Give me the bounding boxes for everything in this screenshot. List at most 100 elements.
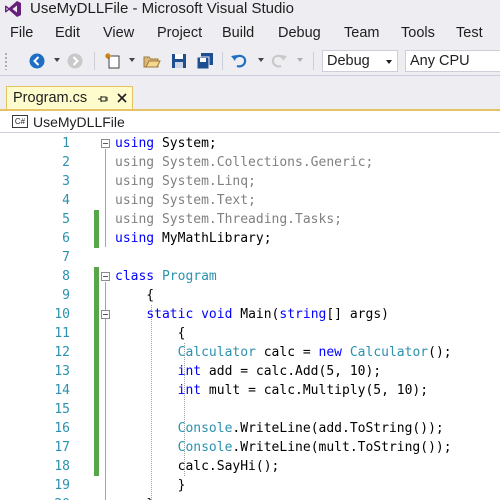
code-token-kw: int	[177, 364, 202, 379]
code-text[interactable]: calc.SayHi();	[115, 457, 280, 476]
code-text[interactable]: Console.WriteLine(add.ToString());	[115, 419, 444, 438]
menu-file[interactable]: File	[10, 24, 33, 42]
code-line[interactable]: 1 using System;	[0, 134, 500, 153]
title-bar: UseMyDLLFile - Microsoft Visual Studio	[0, 0, 500, 20]
code-line[interactable]: 10 static void Main(string[] args)	[0, 305, 500, 324]
code-token-p	[115, 383, 178, 398]
line-number: 1	[62, 136, 70, 151]
close-icon[interactable]	[116, 92, 128, 104]
code-line[interactable]: 6 using MyMathLibrary;	[0, 229, 500, 248]
line-number: 16	[54, 421, 70, 436]
line-number: 12	[54, 345, 70, 360]
code-token-type: Program	[161, 269, 217, 284]
code-text[interactable]: using System.Linq;	[115, 172, 256, 191]
solution-configuration-value: Debug	[327, 53, 370, 69]
code-text[interactable]: Console.WriteLine(mult.ToString());	[115, 438, 452, 457]
tab-program-cs[interactable]: Program.cs	[6, 86, 133, 110]
code-text[interactable]: using System.Threading.Tasks;	[115, 210, 342, 229]
tab-label: Program.cs	[13, 90, 88, 106]
menu-view[interactable]: View	[103, 24, 134, 42]
code-line[interactable]: 3 using System.Linq;	[0, 172, 500, 191]
undo-icon[interactable]	[230, 52, 248, 70]
change-indicator	[94, 305, 99, 324]
code-token-kw: new	[318, 345, 343, 360]
code-line[interactable]: 12 Calculator calc = new Calculator();	[0, 343, 500, 362]
window-title: UseMyDLLFile - Microsoft Visual Studio	[30, 0, 294, 17]
code-line[interactable]: 19 }	[0, 476, 500, 495]
code-text[interactable]: Calculator calc = new Calculator();	[115, 343, 452, 362]
save-icon[interactable]	[170, 52, 188, 70]
back-icon[interactable]	[28, 52, 46, 70]
menu-team[interactable]: Team	[344, 24, 379, 42]
code-text[interactable]: {	[115, 286, 154, 305]
change-indicator	[94, 343, 99, 362]
code-line[interactable]: 14 int mult = calc.Multiply(5, 10);	[0, 381, 500, 400]
back-dropdown-arrow-icon[interactable]	[54, 58, 60, 62]
code-text[interactable]: using MyMathLibrary;	[115, 229, 272, 248]
code-line[interactable]: 16 Console.WriteLine(add.ToString());	[0, 419, 500, 438]
code-token-gray: using System.Collections.Generic;	[115, 155, 374, 170]
code-token-p: calc.SayHi();	[115, 459, 280, 474]
menu-test[interactable]: Test	[456, 24, 483, 42]
code-line[interactable]: 13 int add = calc.Add(5, 10);	[0, 362, 500, 381]
redo-dropdown-arrow-icon[interactable]	[297, 58, 303, 62]
menu-project[interactable]: Project	[157, 24, 202, 42]
code-line[interactable]: 4 using System.Text;	[0, 191, 500, 210]
code-text[interactable]: int mult = calc.Multiply(5, 10);	[115, 381, 428, 400]
chevron-down-icon	[386, 60, 392, 64]
code-token-kw: using	[115, 136, 155, 151]
code-text[interactable]: {	[115, 324, 186, 343]
code-token-kw: class	[115, 269, 155, 284]
code-token-gray: using System.Linq;	[115, 174, 256, 189]
code-token-p: mult = calc.Multiply(5, 10);	[201, 383, 429, 398]
code-token-kw: void	[201, 307, 233, 322]
line-number: 11	[54, 326, 70, 341]
line-number: 9	[62, 288, 70, 303]
forward-icon[interactable]	[66, 52, 84, 70]
code-text[interactable]: int add = calc.Add(5, 10);	[115, 362, 382, 381]
code-token-p	[115, 364, 178, 379]
code-line[interactable]: 11 {	[0, 324, 500, 343]
menu-build[interactable]: Build	[222, 24, 254, 42]
new-project-icon[interactable]	[104, 52, 122, 70]
project-dropdown[interactable]: UseMyDLLFile	[33, 113, 125, 131]
code-text[interactable]: class Program	[115, 267, 217, 286]
menu-tools[interactable]: Tools	[401, 24, 435, 42]
line-number: 7	[62, 250, 70, 265]
redo-icon[interactable]	[270, 52, 288, 70]
pin-icon[interactable]	[97, 93, 109, 105]
code-line[interactable]: 8 class Program	[0, 267, 500, 286]
line-number: 15	[54, 402, 70, 417]
menu-edit[interactable]: Edit	[55, 24, 80, 42]
toolbar-grip[interactable]	[4, 52, 8, 70]
code-token-p: calc =	[255, 345, 319, 360]
solution-configuration-dropdown[interactable]: Debug	[322, 50, 398, 72]
code-line[interactable]: 7	[0, 248, 500, 267]
code-text[interactable]: }	[115, 476, 186, 495]
code-line[interactable]: 18 calc.SayHi();	[0, 457, 500, 476]
code-token-p	[115, 307, 146, 322]
code-line[interactable]: 20 }	[0, 495, 500, 500]
code-line[interactable]: 15	[0, 400, 500, 419]
solution-platform-dropdown[interactable]: Any CPU	[405, 50, 500, 72]
change-indicator	[94, 457, 99, 476]
code-editor[interactable]: 1 using System; 2 using System.Collections.…	[0, 134, 500, 500]
code-text[interactable]: using System;	[115, 134, 217, 153]
code-text[interactable]: }	[115, 495, 154, 500]
line-number: 10	[54, 307, 70, 322]
code-token-kw: int	[177, 383, 202, 398]
code-line[interactable]: 2 using System.Collections.Generic;	[0, 153, 500, 172]
code-line[interactable]: 17 Console.WriteLine(mult.ToString());	[0, 438, 500, 457]
standard-toolbar: Debug Any CPU	[0, 46, 500, 76]
undo-dropdown-arrow-icon[interactable]	[258, 58, 264, 62]
code-token-type: Calculator	[177, 345, 256, 360]
code-text[interactable]: using System.Collections.Generic;	[115, 153, 373, 172]
save-all-icon[interactable]	[196, 52, 214, 70]
code-line[interactable]: 9 {	[0, 286, 500, 305]
code-text[interactable]: static void Main(string[] args)	[115, 305, 389, 324]
code-line[interactable]: 5 using System.Threading.Tasks;	[0, 210, 500, 229]
open-file-icon[interactable]	[143, 52, 161, 70]
menu-debug[interactable]: Debug	[278, 24, 321, 42]
code-text[interactable]: using System.Text;	[115, 191, 256, 210]
new-project-dropdown-arrow-icon[interactable]	[129, 58, 135, 62]
